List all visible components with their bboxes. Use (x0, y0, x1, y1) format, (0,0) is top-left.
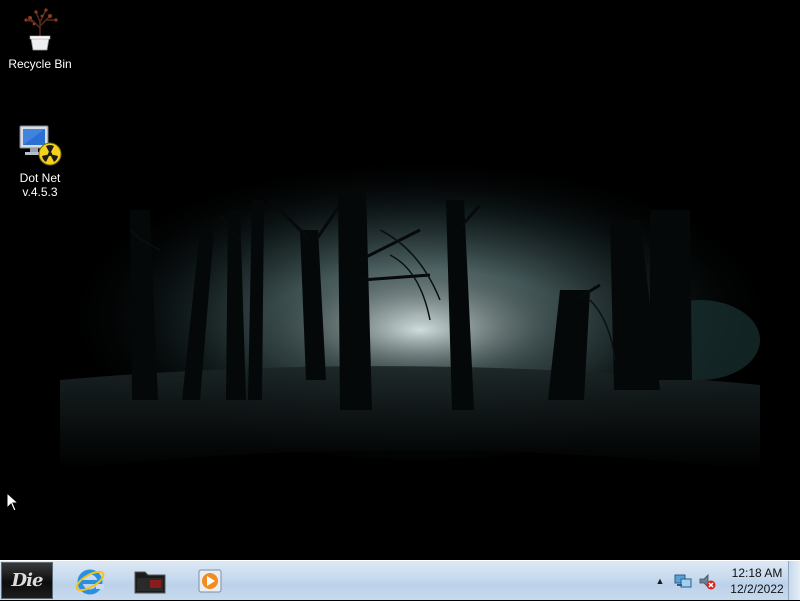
taskbar-item-file-explorer[interactable] (122, 563, 178, 599)
taskbar: Die ▲ 12:18 AM 12/2/2022 (0, 560, 800, 600)
taskbar-item-media-player[interactable] (182, 563, 238, 599)
recycle-bin-icon (24, 8, 58, 51)
desktop-icon-dotnet[interactable]: Dot Net v.4.5.3 (2, 120, 78, 199)
taskbar-item-internet-explorer[interactable] (62, 563, 118, 599)
volume-muted-icon[interactable] (698, 572, 716, 590)
dotnet-label: Dot Net v.4.5.3 (19, 171, 61, 199)
clock-time: 12:18 AM (731, 566, 783, 580)
desktop-icon-recycle-bin[interactable]: Recycle Bin (2, 6, 78, 71)
start-button-label: Die (11, 570, 44, 591)
media-player-icon (198, 569, 222, 593)
show-hidden-icons-arrow[interactable]: ▲ (652, 573, 668, 589)
system-tray: ▲ 12:18 AM 12/2/2022 (652, 561, 800, 601)
dotnet-installer-icon (19, 125, 62, 166)
clock-date: 12/2/2022 (730, 582, 784, 596)
folder-icon (134, 571, 166, 594)
network-icon[interactable] (674, 572, 692, 590)
clock[interactable]: 12:18 AM 12/2/2022 (726, 565, 788, 597)
start-button[interactable]: Die (1, 562, 53, 599)
internet-explorer-icon (75, 569, 105, 595)
desktop[interactable]: Recycle Bin Dot Net v.4.5.3 (0, 0, 800, 560)
wallpaper-forest (0, 0, 800, 560)
show-desktop-button[interactable] (788, 561, 800, 600)
recycle-bin-label: Recycle Bin (8, 57, 72, 71)
mouse-pointer-icon (6, 492, 20, 512)
